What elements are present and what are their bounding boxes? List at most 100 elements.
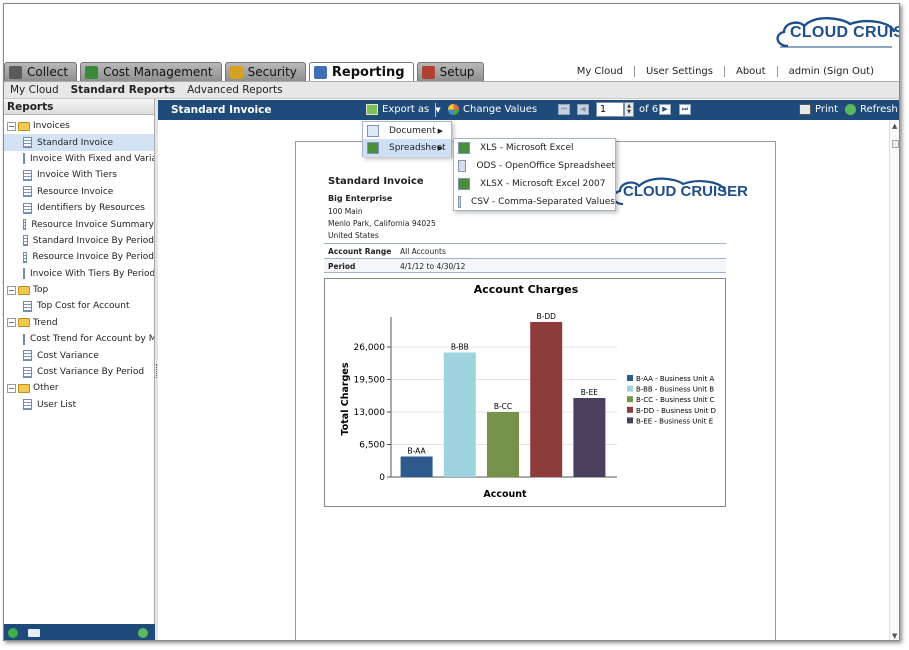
y-tick-label: 0 (379, 473, 385, 483)
tree-label: User List (37, 399, 77, 410)
tree-folder[interactable]: − Trend (4, 315, 154, 331)
top-link-about[interactable]: About (723, 66, 777, 77)
address-line: United States (328, 231, 379, 240)
tab-reporting[interactable]: Reporting (308, 62, 414, 81)
export-document-item[interactable]: Document ▶ (363, 122, 451, 140)
report-icon (23, 186, 32, 198)
y-tick-label: 13,000 (354, 408, 386, 418)
export-icon (366, 104, 378, 115)
first-page-button[interactable]: ⏮ (558, 104, 570, 115)
menu-item-label: XLS - Microsoft Excel (480, 143, 574, 153)
funnel-icon (9, 65, 22, 79)
change-values-button[interactable]: Change Values (448, 104, 537, 115)
collapse-icon[interactable]: − (7, 318, 16, 328)
export-csv-item[interactable]: CSV - Comma-Separated Values (454, 193, 615, 211)
change-values-label: Change Values (463, 104, 538, 115)
export-as-button[interactable]: Export as ▼ (366, 104, 441, 115)
collapse-icon[interactable]: − (7, 121, 16, 131)
tree-label: Identifiers by Resources (37, 203, 145, 214)
export-spreadsheet-item[interactable]: Spreadsheet ▶ (363, 139, 451, 157)
tree-item[interactable]: Invoice With Tiers (4, 167, 154, 183)
tree-folder[interactable]: − Invoices (4, 118, 154, 134)
tree-item[interactable]: User List (4, 397, 154, 413)
tab-setup[interactable]: Setup (416, 62, 484, 81)
bar-b-aa (400, 456, 433, 477)
collapse-icon[interactable]: − (7, 285, 16, 295)
report-icon (23, 169, 32, 181)
print-button[interactable]: Print (799, 104, 838, 115)
refresh-button[interactable]: Refresh (845, 104, 898, 115)
page-count: of 6 (639, 104, 659, 115)
card-icon[interactable] (28, 629, 40, 637)
last-page-button[interactable]: ⏭ (679, 104, 691, 115)
bar-label: B-DD (536, 312, 556, 321)
report-icon (23, 268, 25, 280)
collapse-icon[interactable]: − (7, 383, 16, 393)
top-link-user-settings[interactable]: User Settings (633, 66, 724, 77)
bar-label: B-EE (581, 388, 599, 397)
tab-label: Setup (439, 65, 475, 79)
vertical-scrollbar[interactable]: ▲ ▼ (889, 120, 899, 640)
bar-label: B-BB (451, 343, 469, 352)
legend-entry: B-AA - Business Unit A (636, 375, 714, 383)
tree-item[interactable]: Top Cost for Account (4, 298, 154, 314)
tree-item[interactable]: Cost Trend for Account by Mont (4, 331, 154, 347)
tab-collect[interactable]: Collect (4, 62, 78, 81)
refresh-icon (845, 104, 856, 115)
tree-item[interactable]: Invoice With Fixed and Variable (4, 151, 154, 167)
tree-label: Resource Invoice Summary (31, 219, 154, 230)
export-xlsx-item[interactable]: XLSX - Microsoft Excel 2007 (454, 175, 615, 193)
export-ods-item[interactable]: ODS - OpenOffice Spreadsheet (454, 157, 615, 175)
subnav-standard-reports[interactable]: Standard Reports (65, 84, 181, 96)
tree-item[interactable]: Resource Invoice (4, 184, 154, 200)
logo-text: CLOUD CRUISER (790, 24, 899, 41)
tree-item[interactable]: Resource Invoice Summary (4, 216, 154, 232)
splitter-grip-icon[interactable] (156, 364, 157, 378)
next-page-button[interactable]: ▶ (659, 104, 671, 115)
legend-swatch (627, 375, 633, 381)
scroll-down-icon[interactable]: ▼ (892, 632, 897, 640)
tab-cost-management[interactable]: Cost Management (80, 62, 222, 81)
top-links: My Cloud User Settings About admin (Sign Ou… (566, 66, 885, 77)
money-icon (85, 65, 99, 79)
tree-item[interactable]: Cost Variance By Period (4, 364, 154, 380)
tree-item[interactable]: Resource Invoice By Period (4, 249, 154, 265)
top-link-my-cloud[interactable]: My Cloud (566, 66, 634, 77)
chart-title: Account Charges (474, 283, 579, 296)
tab-security[interactable]: Security (224, 62, 306, 81)
page-number-input[interactable]: 1 (596, 102, 624, 117)
folder-icon (18, 285, 30, 295)
scroll-thumb[interactable] (892, 140, 899, 148)
row-value: 4/1/12 to 4/30/12 (400, 262, 466, 271)
address-line: Menlo Park, California 94025 (328, 219, 436, 228)
bar-b-ee (573, 398, 606, 477)
refresh-icon[interactable] (138, 628, 148, 638)
subnav-advanced-reports[interactable]: Advanced Reports (181, 84, 288, 96)
tree-item[interactable]: Cost Variance (4, 347, 154, 363)
add-icon[interactable] (8, 628, 18, 638)
tree-item[interactable]: Standard Invoice By Period (4, 233, 154, 249)
ods-icon (458, 160, 467, 172)
tree-folder[interactable]: − Other (4, 380, 154, 396)
sub-navigation: My Cloud Standard Reports Advanced Reports (4, 81, 899, 99)
scroll-up-icon[interactable]: ▲ (892, 122, 897, 130)
row-key: Account Range (328, 247, 392, 256)
report-icon (23, 399, 32, 411)
tree-item[interactable]: Identifiers by Resources (4, 200, 154, 216)
csv-icon (458, 196, 462, 208)
tree-label: Resource Invoice (37, 186, 114, 197)
export-xls-item[interactable]: XLS - Microsoft Excel (454, 139, 615, 157)
page-spinner-icon[interactable]: ▲ ▼ (624, 102, 634, 117)
tree-label: Top (33, 285, 49, 296)
tree-folder[interactable]: − Top (4, 282, 154, 298)
main-tabs: Collect Cost Management Security Reporting S… (4, 62, 487, 81)
account-charges-chart: Account Charges Account Total Charges 0 6,50… (324, 278, 726, 507)
app-window: CLOUD CRUISER Collect Cost Management Secu… (3, 3, 900, 641)
tree-item[interactable]: Standard Invoice (4, 134, 154, 151)
reports-panel-title: Reports (4, 99, 154, 115)
tree-item[interactable]: Invoice With Tiers By Period (4, 266, 154, 282)
legend-entry: B-EE - Business Unit E (636, 417, 713, 425)
subnav-my-cloud[interactable]: My Cloud (4, 84, 65, 96)
top-link-admin-sign-out[interactable]: admin (Sign Out) (776, 66, 885, 77)
previous-page-button[interactable]: ◀ (577, 104, 589, 115)
